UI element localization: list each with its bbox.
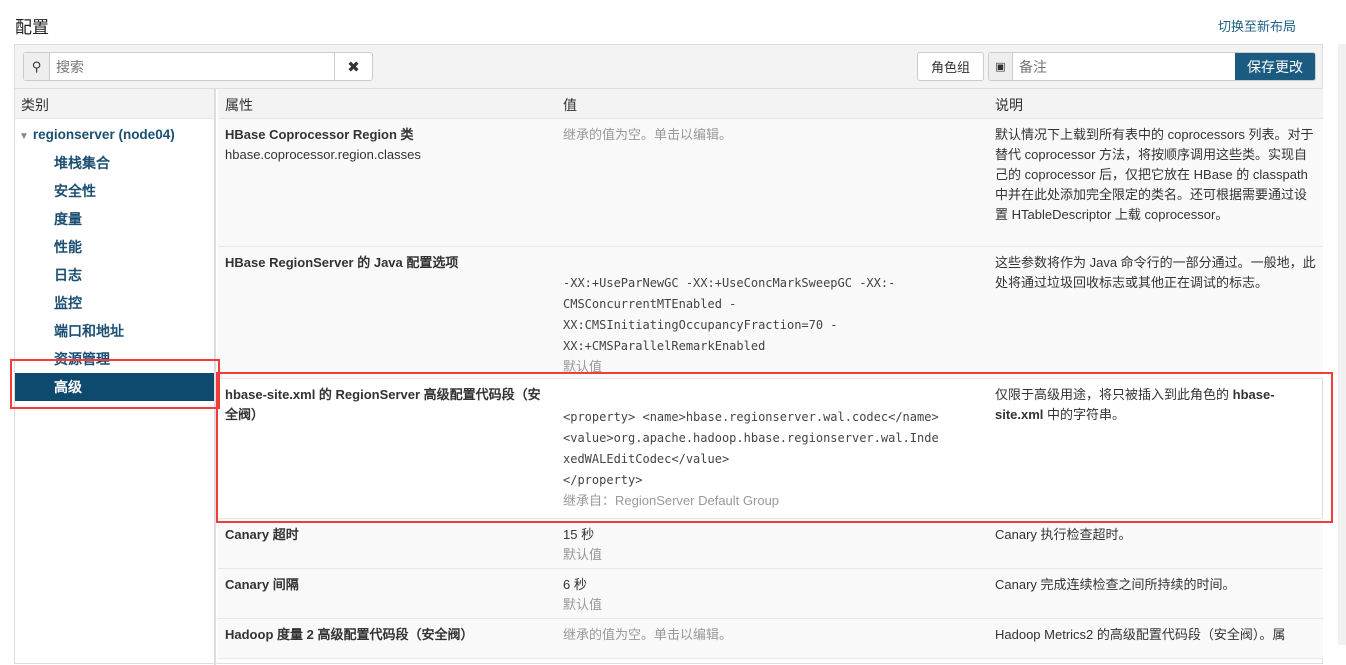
- sidebar-item-stack[interactable]: 堆栈集合: [15, 149, 214, 177]
- property-name: HBase Coprocessor Region 类: [225, 127, 414, 142]
- value-line: XX:CMSInitiatingOccupancyFraction=70 -: [563, 318, 838, 332]
- switch-layout-link[interactable]: 切换至新布局: [1218, 16, 1296, 35]
- value-line: </property>: [563, 473, 643, 487]
- toolbar: ⚲ ✖ 角色组 ▣ 保存更改: [15, 45, 1322, 89]
- property-description: Hadoop Metrics2 的高级配置代码段（安全阀）。属: [995, 627, 1286, 642]
- sidebar-item-performance[interactable]: 性能: [15, 233, 214, 261]
- value-text: 15 秒: [563, 527, 595, 542]
- config-table: 属性 值 说明 HBase Coprocessor Region 类 hbase.…: [218, 89, 1323, 659]
- search-icon: ⚲: [24, 53, 50, 80]
- value-note: 默认值: [563, 359, 603, 374]
- value-line: xedWALEditCodec</value>: [563, 452, 730, 466]
- property-description: 仅限于高级用途，将只被插入到此角色的 hbase-site.xml 中的字符串。: [988, 379, 1323, 518]
- note-group: ▣ 保存更改: [988, 52, 1316, 81]
- header-value: 值: [563, 97, 577, 113]
- sidebar-item-monitoring[interactable]: 监控: [15, 289, 214, 317]
- property-description: Canary 执行检查超时。: [995, 527, 1132, 542]
- property-name: Hadoop 度量 2 高级配置代码段（安全阀）: [225, 627, 474, 642]
- property-key: hbase.coprocessor.region.classes: [225, 147, 421, 162]
- table-row: Canary 间隔 6 秒默认值 Canary 完成连续检查之间所持续的时间。: [218, 569, 1323, 619]
- sidebar-item-ports[interactable]: 端口和地址: [15, 317, 214, 345]
- value-note: 继承自：RegionServer Default Group: [563, 493, 780, 508]
- property-name: Canary 超时: [225, 527, 299, 542]
- desc-text: 中的字符串。: [1043, 407, 1126, 422]
- clear-search-button[interactable]: ✖: [334, 53, 372, 80]
- value-text: 6 秒: [563, 577, 587, 592]
- sidebar-item-resources[interactable]: 资源管理: [15, 345, 214, 373]
- table-row: Canary 超时 15 秒默认值 Canary 执行检查超时。: [218, 519, 1323, 569]
- property-description: 这些参数将作为 Java 命令行的一部分通过。一般地，此处将通过垃圾回收标志或其…: [995, 255, 1316, 290]
- value-line: CMSConcurrentMTEnabled -: [563, 297, 737, 311]
- save-changes-button[interactable]: 保存更改: [1235, 53, 1315, 80]
- table-header: 属性 值 说明: [218, 89, 1323, 119]
- table-row: HBase Coprocessor Region 类 hbase.coproces…: [218, 119, 1323, 247]
- tree-root-regionserver[interactable]: ▼ regionserver (node04): [15, 121, 214, 149]
- value-line: <value>org.apache.hadoop.hbase.regionser…: [563, 431, 939, 445]
- page-title: 配置: [15, 18, 49, 37]
- search-input[interactable]: [50, 53, 334, 80]
- property-description: Canary 完成连续检查之间所持续的时间。: [995, 577, 1236, 592]
- property-description: 默认情况下上载到所有表中的 coprocessors 列表。对于替代 copro…: [995, 127, 1314, 222]
- value-field[interactable]: 6 秒默认值: [556, 569, 988, 618]
- category-sidebar: 类别 ▼ regionserver (node04) 堆栈集合 安全性 度量 性能…: [15, 89, 216, 665]
- header-description: 说明: [995, 97, 1023, 113]
- table-row: HBase RegionServer 的 Java 配置选项 -XX:+UseP…: [218, 247, 1323, 379]
- comment-icon: ▣: [989, 53, 1013, 80]
- value-note: 默认值: [563, 597, 603, 612]
- search-group: ⚲ ✖: [23, 52, 373, 81]
- role-group-button[interactable]: 角色组: [917, 52, 984, 81]
- caret-down-icon: ▼: [19, 131, 29, 142]
- property-name: hbase-site.xml 的 RegionServer 高级配置代码段（安全…: [225, 387, 541, 422]
- value-line: XX:+CMSParallelRemarkEnabled: [563, 339, 766, 353]
- header-property: 属性: [225, 97, 253, 113]
- tree-root-label: regionserver (node04): [32, 127, 175, 142]
- value-line: <property> <name>hbase.regionserver.wal.…: [563, 410, 939, 424]
- value-line: -XX:+UseParNewGC -XX:+UseConcMarkSweepGC…: [563, 276, 896, 290]
- value-field[interactable]: 继承的值为空。单击以编辑。: [556, 619, 988, 658]
- scrollbar[interactable]: [1338, 44, 1346, 645]
- note-input[interactable]: [1013, 53, 1235, 80]
- sidebar-header: 类别: [15, 89, 214, 119]
- sidebar-item-metrics[interactable]: 度量: [15, 205, 214, 233]
- table-row: hbase-site.xml 的 RegionServer 高级配置代码段（安全…: [218, 379, 1323, 519]
- value-field[interactable]: 15 秒默认值: [556, 519, 988, 568]
- sidebar-item-security[interactable]: 安全性: [15, 177, 214, 205]
- value-field[interactable]: -XX:+UseParNewGC -XX:+UseConcMarkSweepGC…: [556, 247, 988, 378]
- sidebar-item-logs[interactable]: 日志: [15, 261, 214, 289]
- value-note: 默认值: [563, 547, 603, 562]
- sidebar-item-advanced[interactable]: 高级: [15, 373, 214, 401]
- table-row: Hadoop 度量 2 高级配置代码段（安全阀） 继承的值为空。单击以编辑。 H…: [218, 619, 1323, 659]
- value-field[interactable]: 继承的值为空。单击以编辑。: [556, 119, 988, 246]
- value-field[interactable]: <property> <name>hbase.regionserver.wal.…: [556, 379, 988, 518]
- property-name: HBase RegionServer 的 Java 配置选项: [225, 255, 459, 270]
- config-panel: ⚲ ✖ 角色组 ▣ 保存更改 类别 ▼regionserver (node04)…: [14, 44, 1323, 665]
- desc-text: 仅限于高级用途，将只被插入到此角色的: [995, 387, 1233, 402]
- property-name: Canary 间隔: [225, 577, 299, 592]
